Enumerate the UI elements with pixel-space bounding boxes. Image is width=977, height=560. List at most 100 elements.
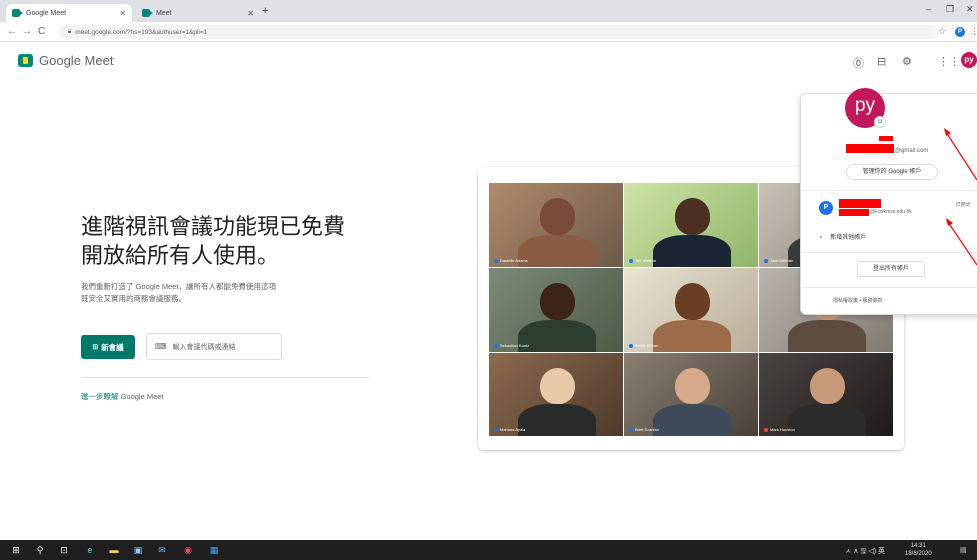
participant-name: Mark Houston <box>770 427 795 432</box>
secondary-account-avatar[interactable]: P <box>819 201 833 215</box>
browser-toolbar: ← → C 🔒︎ meet.google.com/?hs=193&authuse… <box>0 22 977 42</box>
participant-name: Danielle Adams <box>500 258 528 263</box>
learn-more: 進一步瞭解 Google Meet <box>81 391 164 402</box>
hero-subtitle-line: 我們重新打造了 Google Meet，讓所有人都能免費使用這項 <box>81 282 277 291</box>
help-icon[interactable]: ⓪ <box>853 55 864 71</box>
address-bar[interactable]: 🔒︎ meet.google.com/?hs=193&authuser=1&pl… <box>58 25 938 39</box>
feedback-icon[interactable]: ⊟ <box>877 55 886 68</box>
menu-separator <box>801 252 977 253</box>
task-view-icon[interactable]: ⊡ <box>58 544 70 556</box>
minimize-button[interactable]: – <box>926 4 931 14</box>
redaction-bar <box>839 209 869 216</box>
word-icon[interactable]: ▦ <box>208 544 220 556</box>
back-button[interactable]: ← <box>7 26 17 37</box>
participant-body <box>788 404 867 436</box>
new-meeting-button[interactable]: ⊞ 新會議 <box>81 335 135 359</box>
browser-profile-avatar[interactable]: P <box>955 27 965 37</box>
participant-body <box>518 404 597 436</box>
browser-menu-icon[interactable]: ⋮ <box>970 26 977 37</box>
video-tile: Danielle Adams <box>489 183 623 267</box>
mail-icon[interactable]: ✉ <box>156 544 168 556</box>
meeting-code-placeholder: 輸入會議代碼或連結 <box>172 343 236 351</box>
forward-button[interactable]: → <box>22 26 32 37</box>
clock-time: 14:31 <box>910 543 926 549</box>
add-account-item[interactable]: ⍤ 新增其他帳戶 <box>819 232 866 242</box>
reload-button[interactable]: C <box>38 26 45 37</box>
participant-head <box>539 283 575 321</box>
video-tile: Brett Scanlan <box>624 353 758 436</box>
taskbar-clock[interactable]: 14:31 18/8/2020 <box>905 542 932 558</box>
redaction-bar <box>839 199 881 208</box>
meet-favicon-icon <box>12 9 23 17</box>
video-tile: Mark Houston <box>759 353 893 436</box>
participant-name: Brett Scanlan <box>635 427 660 432</box>
lock-icon: 🔒︎ <box>68 28 72 35</box>
windows-taskbar: ⊞ ⚲ ⊡ e ▬ ▣ ✉ ◉ ▦ ㅅ ∧ 🖫 ◁) 英 14:31 18/8/… <box>0 540 977 560</box>
participant-body <box>518 320 597 352</box>
video-tile: Sebastian Kuntz <box>489 268 623 352</box>
meet-logo-text: Google Meet <box>39 53 114 68</box>
meeting-code-input[interactable]: ⌨ 輸入會議代碼或連結 <box>146 333 282 360</box>
video-tile: Jeff Weston <box>624 183 758 267</box>
participant-head <box>809 367 845 405</box>
video-tile: Mariana Ayala <box>489 353 623 436</box>
tab-title: Google Meet <box>26 9 67 17</box>
keyboard-icon: ⌨ <box>155 342 167 351</box>
settings-gear-icon[interactable]: ⚙ <box>902 55 912 68</box>
meet-header: Google Meet ⓪ ⊟ ⚙ ⋮⋮⋮ py <box>0 42 977 80</box>
mic-icon <box>764 258 768 263</box>
redaction-bar <box>846 144 894 153</box>
participant-body <box>788 320 867 352</box>
sign-out-all-button[interactable]: 登出所有帳戶 <box>857 261 925 277</box>
add-account-label: 新增其他帳戶 <box>830 235 867 241</box>
tab-meet[interactable]: Meet ✕ <box>136 4 260 22</box>
windows-start-icon[interactable]: ⊞ <box>10 544 22 556</box>
learn-more-link[interactable]: 進一步瞭解 <box>81 392 119 401</box>
hero-title-line: 進階視訊會議功能現已免費 <box>81 214 346 239</box>
participant-head <box>674 283 710 321</box>
hero-subtitle-line: 既安全又實用的商務會議服務。 <box>81 294 186 303</box>
mic-icon <box>494 427 498 432</box>
privacy-terms-links[interactable]: 隱私權政策 • 服務條款 <box>833 297 883 304</box>
participant-head <box>674 198 710 236</box>
add-person-icon: ⍤ <box>819 235 823 241</box>
tab-google-meet[interactable]: Google Meet ✕ <box>6 4 132 22</box>
meet-logo-icon <box>18 54 33 67</box>
change-photo-camera-icon[interactable]: ◘ <box>874 116 886 128</box>
hero-subtitle: 我們重新打造了 Google Meet，讓所有人都能免費使用這項 既安全又實用的… <box>81 281 341 305</box>
mic-icon <box>494 258 498 263</box>
manage-account-button[interactable]: 管理你的 Google 帳戶 <box>846 164 938 180</box>
edge-browser-icon[interactable]: e <box>84 544 96 556</box>
hero-title-line: 開放給所有人使用。 <box>81 243 280 268</box>
store-icon[interactable]: ▣ <box>132 544 144 556</box>
notification-icon[interactable]: ▤ <box>960 546 967 554</box>
clock-date: 18/8/2020 <box>905 551 932 557</box>
file-explorer-icon[interactable]: ▬ <box>108 544 120 556</box>
participant-head <box>539 367 575 405</box>
close-window-button[interactable]: ✕ <box>966 4 974 15</box>
restore-button[interactable]: ❐ <box>946 4 954 15</box>
account-avatar-button[interactable]: py <box>961 52 977 68</box>
system-tray[interactable]: ㅅ ∧ 🖫 ◁) 英 <box>845 546 885 558</box>
signed-out-label: 已登出 <box>955 202 971 208</box>
chrome-icon[interactable]: ◉ <box>182 544 194 556</box>
new-tab-button[interactable]: + <box>262 5 268 17</box>
mic-icon <box>629 258 633 263</box>
search-icon[interactable]: ⚲ <box>34 544 46 556</box>
browser-tab-strip: Google Meet ✕ Meet ✕ + – ❐ ✕ <box>0 0 977 22</box>
participant-body <box>653 320 732 352</box>
close-tab-icon[interactable]: ✕ <box>247 9 254 18</box>
secondary-email: @kcwkmss.edu.hk <box>870 209 912 215</box>
close-tab-icon[interactable]: ✕ <box>119 9 126 18</box>
participant-name: Jeff Weston <box>635 258 656 263</box>
participant-name: Mariana Ayala <box>500 427 526 432</box>
url-text: meet.google.com/?hs=193&authuser=1&pli=1 <box>75 28 208 36</box>
learn-more-rest: Google Meet <box>118 392 164 401</box>
bookmark-star-icon[interactable]: ☆ <box>938 26 946 37</box>
mic-muted-icon <box>764 427 768 432</box>
divider <box>81 377 369 378</box>
menu-separator <box>801 287 977 288</box>
participant-head <box>674 367 710 405</box>
primary-email: @gmail.com <box>895 148 929 154</box>
tab-title: Meet <box>156 9 172 17</box>
